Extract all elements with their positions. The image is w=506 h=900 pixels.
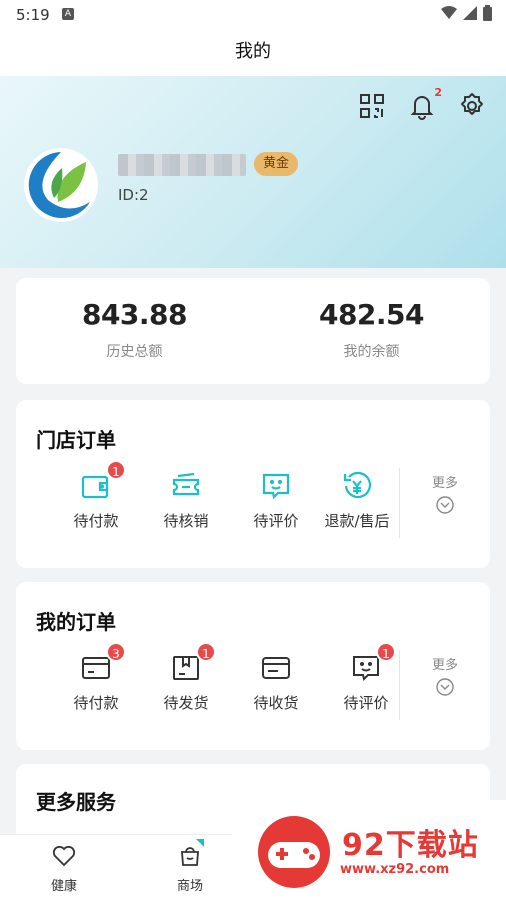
site-watermark: 92下载站 www.xz92.com: [232, 800, 506, 900]
tab-label: 健康: [50, 879, 77, 894]
chevron-down-circle-icon: [436, 496, 454, 514]
my-order-pending-receipt[interactable]: 待收货: [231, 652, 321, 713]
notification-a-icon: A: [62, 8, 74, 20]
divider: [399, 468, 400, 538]
status-icons: [441, 5, 492, 21]
history-total[interactable]: 843.88 历史总额: [16, 298, 253, 361]
store-order-label: 退款/售后: [324, 512, 390, 530]
my-orders-card: 我的订单 3 待付款 1 待发货 待收货 1 待评价 更多: [16, 582, 490, 750]
notification-count: 2: [434, 86, 442, 99]
member-level-badge: 黄金: [254, 152, 299, 176]
my-balance-value: 482.54: [318, 298, 425, 331]
store-order-label: 待评价: [253, 512, 299, 530]
my-balance-label: 我的余额: [343, 344, 400, 360]
store-orders-more[interactable]: 更多: [414, 472, 476, 519]
ticket-icon: [170, 470, 202, 502]
badge-count: 1: [196, 642, 216, 662]
signal-icon: [463, 6, 477, 20]
tab-health[interactable]: 健康: [24, 843, 104, 894]
receive-icon: [260, 652, 292, 684]
wifi-icon: [441, 6, 457, 19]
refund-icon: [341, 470, 373, 502]
store-order-refund[interactable]: 退款/售后: [309, 470, 405, 531]
my-order-pending-shipment[interactable]: 1 待发货: [141, 642, 231, 713]
history-total-label: 历史总额: [106, 344, 163, 360]
store-orders-title: 门店订单: [36, 428, 116, 452]
heart-icon: [52, 845, 76, 867]
bell-icon[interactable]: 2: [408, 86, 442, 120]
my-orders-title: 我的订单: [36, 610, 116, 634]
services-title: 更多服务: [36, 790, 116, 814]
tab-mall[interactable]: 商场: [150, 839, 230, 894]
review-icon: 1: [350, 642, 396, 684]
chevron-down-circle-icon: [436, 678, 454, 696]
store-order-label: 待核销: [163, 512, 209, 530]
settings-gear-icon[interactable]: [458, 92, 486, 120]
more-label: 更多: [431, 658, 458, 673]
tab-label: 商场: [176, 879, 203, 894]
my-order-label: 待发货: [163, 694, 209, 712]
badge-count: 1: [106, 460, 126, 480]
my-order-label: 待收货: [253, 694, 299, 712]
package-icon: 1: [170, 642, 216, 684]
my-order-label: 待评价: [343, 694, 389, 712]
profile-header: 2 黄金 ID:2: [0, 76, 506, 268]
store-order-pending-payment[interactable]: 1 待付款: [51, 460, 141, 531]
my-order-pending-payment[interactable]: 3 待付款: [51, 642, 141, 713]
more-label: 更多: [431, 476, 458, 491]
username-blurred: [118, 154, 246, 176]
battery-icon: [483, 5, 492, 21]
my-orders-more[interactable]: 更多: [414, 654, 476, 701]
balance-card: 843.88 历史总额 482.54 我的余额: [16, 278, 490, 384]
leaf-logo-icon: [25, 149, 97, 221]
review-icon: [260, 470, 292, 502]
my-balance[interactable]: 482.54 我的余额: [253, 298, 490, 361]
divider: [399, 650, 400, 720]
store-orders-card: 门店订单 1 待付款 待核销 待评价 退款/售后 更多: [16, 400, 490, 568]
my-order-label: 待付款: [73, 694, 119, 712]
history-total-value: 843.88: [81, 298, 188, 331]
user-id: ID:2: [118, 186, 149, 204]
page-title: 我的: [0, 30, 506, 76]
badge-count: 1: [376, 642, 396, 662]
store-order-pending-verification[interactable]: 待核销: [141, 470, 231, 531]
qr-code-icon[interactable]: [358, 92, 386, 120]
status-time: 5:19: [16, 6, 50, 24]
watermark-title: 92下载站: [342, 828, 479, 863]
avatar[interactable]: [24, 148, 98, 222]
store-order-pending-review[interactable]: 待评价: [231, 470, 321, 531]
status-bar: 5:19 A: [0, 0, 506, 30]
badge-count: 3: [106, 642, 126, 662]
tab-corner-mark-icon: [196, 839, 204, 847]
wallet-icon: 1: [80, 460, 126, 502]
card-icon: 3: [80, 642, 126, 684]
watermark-url: www.xz92.com: [340, 862, 450, 877]
store-order-label: 待付款: [73, 512, 119, 530]
my-order-pending-review[interactable]: 1 待评价: [321, 642, 411, 713]
gamepad-logo-icon: [258, 816, 330, 888]
